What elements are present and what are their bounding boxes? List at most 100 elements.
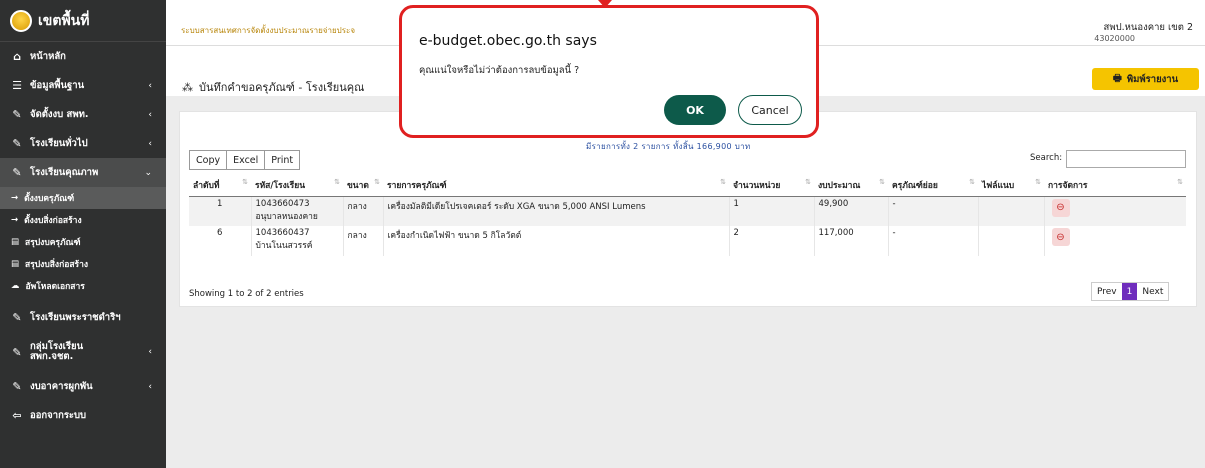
sidebar-item-label: ออกจากระบบ [30, 410, 87, 421]
sidebar-item-quality-schools[interactable]: ✎ โรงเรียนคุณภาพ ⌄ [0, 158, 166, 187]
sidebar-menu: ⌂ หน้าหลัก ☰ ข้อมูลพื้นฐาน ‹ ✎ จัดตั้งงบ… [0, 42, 166, 430]
sidebar-subitem-equipment-summary[interactable]: ▤ สรุปงบครุภัณฑ์ [0, 231, 166, 253]
logo-icon [10, 9, 32, 32]
chevron-left-icon: ‹ [148, 109, 152, 120]
printer-icon: 🖶 [1112, 73, 1122, 84]
page-1-button[interactable]: 1 [1121, 283, 1138, 300]
arrow-right-icon: → [11, 193, 19, 203]
sidebar-subitem-label: อัพโหลดเอกสาร [25, 282, 85, 292]
area-name[interactable]: สพป.หนองคาย เขต 2 [1104, 20, 1193, 35]
sidebar-item-general-schools[interactable]: ✎ โรงเรียนทั่วไป ‹ [0, 129, 166, 158]
chevron-left-icon: ‹ [148, 80, 152, 91]
sidebar-subitem-equipment-budget[interactable]: → ตั้งงบครุภัณฑ์ [0, 187, 166, 209]
system-name: ระบบสารสนเทศการจัดตั้งงบประมาณรายจ่ายประ… [181, 26, 356, 35]
delete-button[interactable]: ⊖ [1051, 198, 1070, 217]
sort-icon: ⇅ [805, 177, 811, 186]
logout-icon: ⇦ [12, 409, 22, 422]
sidebar-item-office-budget[interactable]: ✎ จัดตั้งงบ สพท. ‹ [0, 100, 166, 129]
sidebar-subitem-label: ตั้งงบสิ่งก่อสร้าง [24, 216, 82, 226]
sidebar-item-building-budget[interactable]: ✎ งบอาคารผูกพัน ‹ [0, 372, 166, 401]
col-header[interactable]: ลำดับที่ ⇅ [189, 174, 251, 197]
col-header[interactable]: ครุภัณฑ์ย่อย ⇅ [888, 174, 978, 197]
copy-button[interactable]: Copy [189, 150, 228, 170]
col-header[interactable]: จำนวนหน่วย ⇅ [729, 174, 814, 197]
arrow-right-icon: → [11, 215, 19, 225]
sidebar-item-label: หน้าหลัก [30, 51, 66, 62]
pagination: Prev 1 Next [1091, 282, 1170, 301]
excel-button[interactable]: Excel [227, 150, 266, 170]
edit-icon: ✎ [12, 166, 22, 179]
cell-item: เครื่องมัลติมีเดียโปรเจคเตอร์ ระดับ XGA … [382, 196, 729, 226]
cell-school: 1043660473 อนุบาลหนองคาย [250, 196, 343, 226]
sidebar: เขตพื้นที่ ⌂ หน้าหลัก ☰ ข้อมูลพื้นฐาน ‹ … [0, 0, 166, 468]
sidebar-item-label: โรงเรียนคุณภาพ [30, 167, 99, 178]
print-button[interactable]: Print [265, 150, 301, 170]
sidebar-item-label: กลุ่มโรงเรียน สพก.จชต. [30, 341, 84, 362]
sidebar-item-basic-data[interactable]: ☰ ข้อมูลพื้นฐาน ‹ [0, 71, 166, 100]
cell-sub: - [887, 196, 978, 226]
sidebar-item-label: จัดตั้งงบ สพท. [30, 109, 89, 120]
brand-title: เขตพื้นที่ [38, 12, 90, 29]
cell-budget: 117,000 [813, 226, 888, 256]
col-header[interactable]: งบประมาณ ⇅ [814, 174, 888, 197]
prev-page-button[interactable]: Prev [1092, 283, 1122, 300]
sidebar-subitem-construction-summary[interactable]: ▤ สรุปงบสิ่งก่อสร้าง [0, 253, 166, 275]
home-icon: ⌂ [13, 50, 21, 63]
brand[interactable]: เขตพื้นที่ [0, 0, 166, 42]
cell-file [977, 196, 1044, 226]
cell-no: 1 [189, 196, 251, 226]
cell-size: กลาง [342, 196, 383, 226]
page-title: ⁂ บันทึกคำขอครุภัณฑ์ - โรงเรียนคุณ [182, 78, 364, 96]
sidebar-item-logout[interactable]: ⇦ ออกจากระบบ [0, 401, 166, 430]
col-header[interactable]: รายการครุภัณฑ์ ⇅ [383, 174, 729, 197]
report-icon: ▤ [11, 259, 20, 269]
school-code: 1043660437 [255, 228, 310, 238]
search-input[interactable] [1066, 150, 1186, 168]
col-header[interactable]: รหัส/โรงเรียน ⇅ [251, 174, 343, 197]
col-header[interactable]: ขนาด ⇅ [343, 174, 383, 197]
cell-school: 1043660437 บ้านโนนสวรรค์ [250, 226, 343, 256]
edit-icon: ✎ [12, 108, 22, 121]
summary-text: มีรายการทั้ง 2 รายการ ทั้งสิ้น 166,900 บ… [586, 142, 751, 151]
search-label: Search: [1030, 153, 1063, 163]
highlight-arrow [598, 0, 612, 8]
sidebar-item-home[interactable]: ⌂ หน้าหลัก [0, 42, 166, 71]
table-info: Showing 1 to 2 of 2 entries [189, 289, 304, 299]
print-report-button[interactable]: 🖶 พิมพ์รายงาน [1092, 68, 1199, 90]
area-code: 43020000 [1094, 34, 1135, 43]
chevron-down-icon: ⌄ [144, 167, 152, 178]
cell-item: เครื่องกำเนิดไฟฟ้า ขนาด 5 กิโลวัตต์ [382, 226, 729, 256]
sidebar-item-school-group[interactable]: ✎ กลุ่มโรงเรียน สพก.จชต. ‹ [0, 332, 166, 372]
cloud-icon: ☁ [11, 281, 20, 291]
cell-budget: 49,900 [813, 196, 888, 226]
report-icon: ▤ [11, 237, 20, 247]
sort-icon: ⇅ [720, 177, 726, 186]
sidebar-item-label: งบอาคารผูกพัน [30, 381, 93, 392]
print-report-label: พิมพ์รายงาน [1126, 73, 1179, 85]
chevron-left-icon: ‹ [148, 347, 152, 357]
sidebar-subitem-construction-budget[interactable]: → ตั้งงบสิ่งก่อสร้าง [0, 209, 166, 231]
sidebar-subitem-label: สรุปงบครุภัณฑ์ [25, 238, 81, 248]
sidebar-subitem-upload[interactable]: ☁ อัพโหลดเอกสาร [0, 275, 166, 297]
edit-icon: ✎ [12, 380, 22, 393]
sidebar-subitem-label: ตั้งงบครุภัณฑ์ [24, 194, 75, 204]
cell-actions: ⊖ [1043, 226, 1186, 256]
table-header-row: ลำดับที่ ⇅ รหัส/โรงเรียน ⇅ ขนาด ⇅ รายการครุ… [189, 174, 1186, 197]
cancel-button[interactable]: Cancel [738, 95, 802, 125]
page-title-text: บันทึกคำขอครุภัณฑ์ - โรงเรียนคุณ [199, 81, 365, 94]
sidebar-item-royal-schools[interactable]: ✎ โรงเรียนพระราชดำริฯ [0, 303, 166, 332]
chevron-left-icon: ‹ [148, 138, 152, 149]
delete-button[interactable]: ⊖ [1051, 228, 1070, 246]
chevron-left-icon: ‹ [148, 381, 152, 392]
col-header[interactable]: การจัดการ ⇅ [1044, 174, 1186, 197]
sort-icon: ⇅ [969, 177, 975, 186]
ok-button[interactable]: OK [664, 95, 726, 125]
col-header[interactable]: ไฟล์แนบ ⇅ [978, 174, 1044, 197]
table-row: 1 1043660473 อนุบาลหนองคาย กลาง เครื่องมั… [189, 196, 1186, 226]
sort-icon: ⇅ [879, 177, 885, 186]
sort-icon: ⇅ [242, 177, 248, 186]
school-name: บ้านโนนสวรรค์ [255, 241, 313, 251]
next-page-button[interactable]: Next [1137, 283, 1169, 300]
user-plus-icon: ⁂ [182, 80, 193, 94]
sort-icon: ⇅ [374, 177, 380, 186]
